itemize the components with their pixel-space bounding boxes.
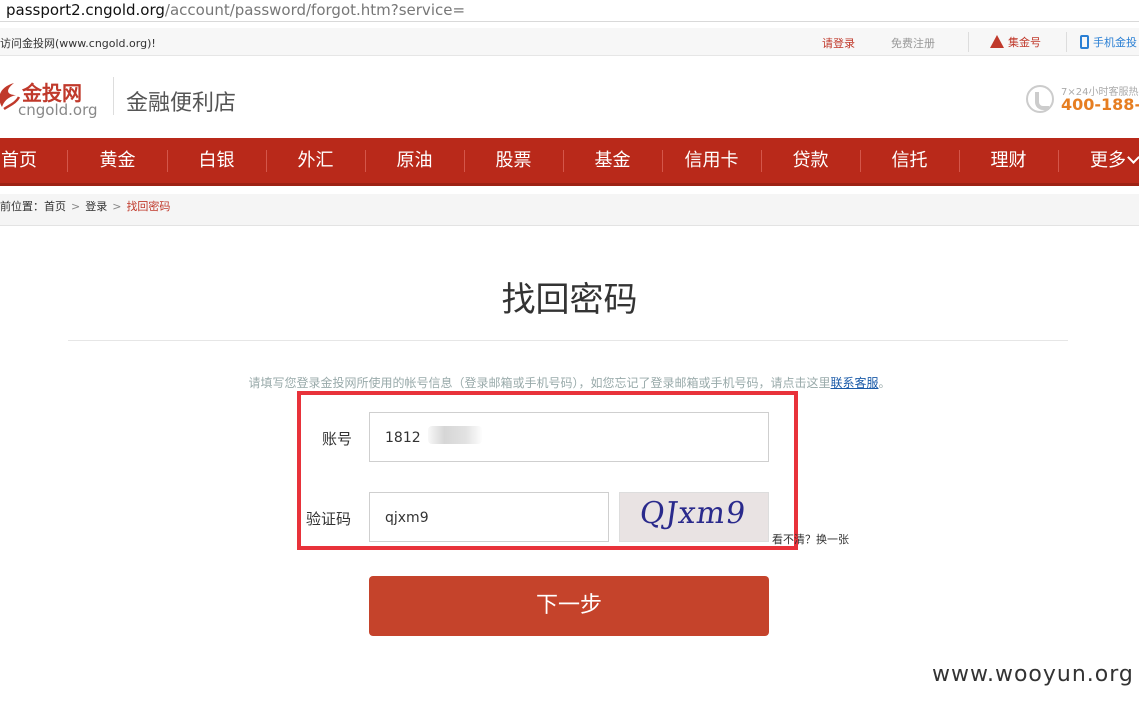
breadcrumb: 前位置：首页 > 登录 > 找回密码 — [0, 194, 1139, 226]
jijin-label: 集金号 — [1008, 36, 1041, 49]
captcha-image-text: QJxm9 — [637, 496, 749, 531]
nav-item-loans[interactable]: 贷款 — [761, 138, 860, 183]
watermark: www.wooyun.org — [932, 662, 1134, 687]
mobile-link[interactable]: 手机金投 — [1080, 34, 1137, 50]
breadcrumb-login[interactable]: 登录 — [85, 200, 107, 213]
top-utility-bar: 访问金投网(www.cngold.org)! 请登录 免费注册 集金号 手机金投 — [0, 28, 1139, 56]
account-label: 账号 — [322, 430, 353, 448]
redacted-mask — [428, 426, 482, 444]
chevron-down-icon — [1127, 151, 1139, 164]
contact-support-link[interactable]: 联系客服 — [830, 376, 878, 390]
nav-item-wealth[interactable]: 理财 — [959, 138, 1058, 183]
hotline-number: 400-188-35 — [1061, 95, 1139, 114]
refresh-captcha-link[interactable]: 看不清？换一张 — [772, 531, 849, 547]
title-divider — [68, 340, 1068, 341]
breadcrumb-current: 找回密码 — [126, 200, 171, 213]
topbar-divider — [968, 32, 969, 52]
welcome-text: 访问金投网(www.cngold.org)! — [0, 37, 156, 50]
phone-icon — [1026, 85, 1054, 113]
nav-divider — [1058, 150, 1059, 172]
logo-mark-icon — [0, 83, 20, 111]
next-step-button[interactable]: 下一步 — [369, 576, 769, 636]
instruction-end: 。 — [878, 376, 891, 390]
nav-item-trust[interactable]: 信托 — [860, 138, 959, 183]
breadcrumb-sep: > — [71, 200, 81, 213]
url-domain: passport2.cngold.org — [6, 1, 165, 19]
browser-url-bar[interactable]: passport2.cngold.org/account/password/fo… — [0, 0, 1139, 22]
account-input[interactable]: 1812 — [369, 412, 769, 462]
instruction-body: 请填写您登录金投网所使用的帐号信息（登录邮箱或手机号码），如您忘记了登录邮箱或手… — [248, 376, 831, 390]
site-header: 金投网 cngold.org 金融便利店 7×24小时客服热 400-188-3… — [0, 57, 1139, 137]
site-logo[interactable]: 金投网 cngold.org — [0, 77, 104, 129]
breadcrumb-sep: > — [112, 200, 122, 213]
page-title: 找回密码 — [501, 280, 638, 320]
jijin-icon — [990, 35, 1004, 48]
nav-item-gold[interactable]: 黄金 — [68, 138, 167, 183]
register-link[interactable]: 免费注册 — [891, 35, 935, 51]
instruction-text: 请填写您登录金投网所使用的帐号信息（登录邮箱或手机号码），如您忘记了登录邮箱或手… — [0, 374, 1139, 391]
nav-more-label: 更多 — [1090, 150, 1126, 171]
jijin-link[interactable]: 集金号 — [990, 34, 1041, 50]
main-nav: 首页 黄金 白银 外汇 原油 股票 基金 信用卡 贷款 信托 理财 更多 — [0, 138, 1139, 186]
nav-item-more[interactable]: 更多 — [1090, 138, 1139, 183]
nav-item-funds[interactable]: 基金 — [563, 138, 662, 183]
captcha-input[interactable]: qjxm9 — [369, 492, 609, 542]
mobile-phone-icon — [1080, 35, 1089, 49]
account-value: 1812 — [385, 430, 421, 446]
hotline: 7×24小时客服热 400-188-35 — [1026, 83, 1139, 123]
logo-domain: cngold.org — [18, 101, 98, 119]
nav-item-forex[interactable]: 外汇 — [266, 138, 365, 183]
captcha-label: 验证码 — [306, 510, 352, 528]
mobile-label: 手机金投 — [1093, 36, 1137, 49]
breadcrumb-prefix: 前位置： — [0, 200, 44, 213]
topbar-divider — [1066, 32, 1067, 52]
breadcrumb-home[interactable]: 首页 — [44, 200, 66, 213]
captcha-image[interactable]: QJxm9 — [619, 492, 769, 542]
nav-item-home[interactable]: 首页 — [0, 138, 38, 183]
login-link[interactable]: 请登录 — [822, 35, 855, 51]
url-text[interactable]: passport2.cngold.org/account/password/fo… — [6, 1, 465, 19]
nav-item-oil[interactable]: 原油 — [365, 138, 464, 183]
captcha-value: qjxm9 — [385, 510, 429, 526]
url-path: /account/password/forgot.htm?service= — [164, 1, 466, 19]
nav-item-silver[interactable]: 白银 — [167, 138, 266, 183]
nav-item-stocks[interactable]: 股票 — [464, 138, 563, 183]
nav-item-credit-card[interactable]: 信用卡 — [662, 138, 761, 183]
store-name: 金融便利店 — [126, 91, 237, 116]
header-divider — [113, 77, 114, 115]
